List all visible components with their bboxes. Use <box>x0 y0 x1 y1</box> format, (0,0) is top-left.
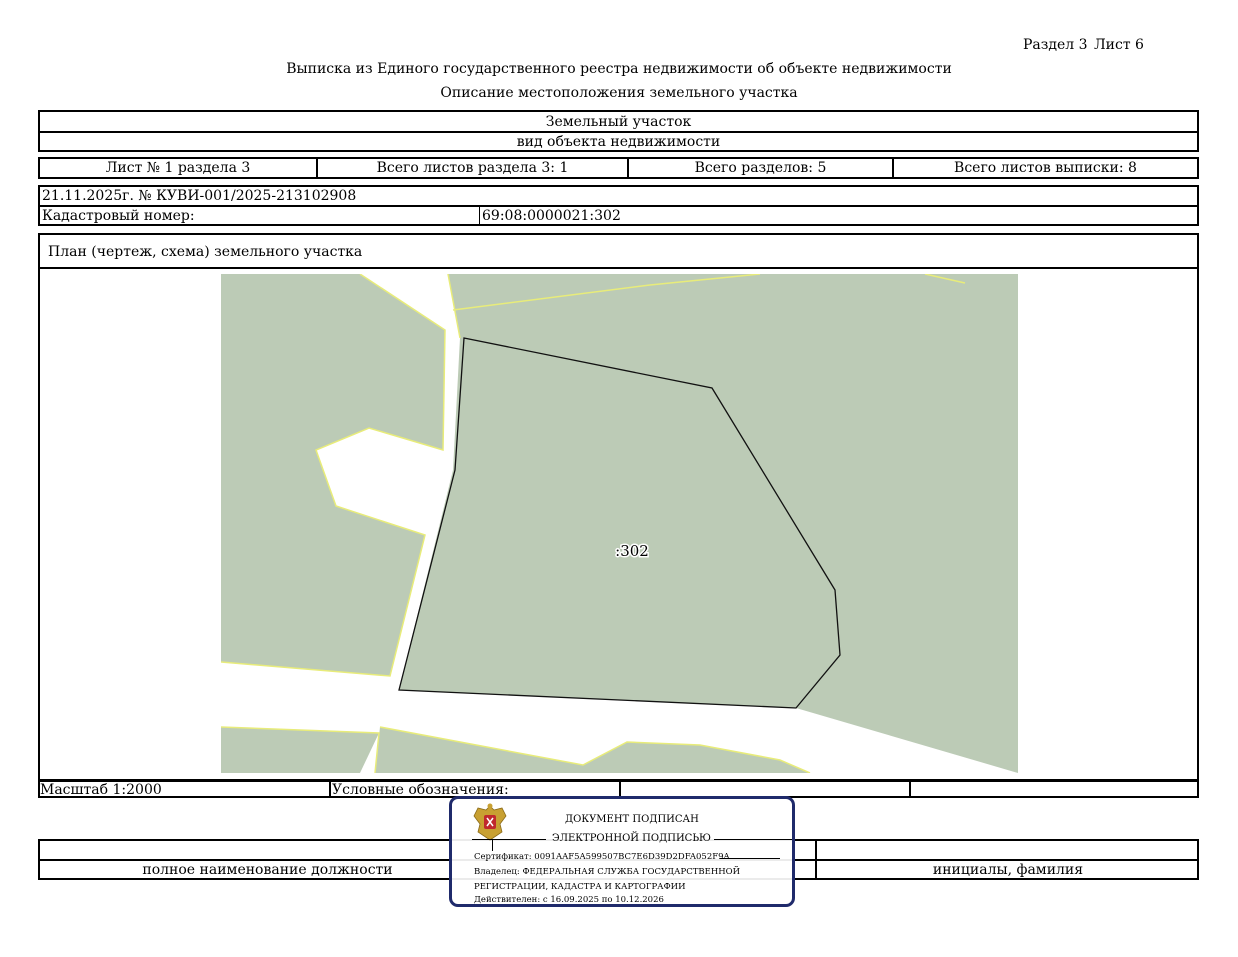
position-caption: полное наименование должности <box>142 862 393 878</box>
name-caption: инициалы, фамилия <box>932 862 1084 878</box>
record-block: 21.11.2025г. № КУВИ-001/2025-213102908 К… <box>38 185 1199 226</box>
electronic-signature-stamp: ДОКУМЕНТ ПОДПИСАН ЭЛЕКТРОННОЙ ПОДПИСЬЮ С… <box>449 796 795 907</box>
stamp-certificate: Сертификат: 0091AAF5A599507BC7E6D39D2DFA… <box>474 852 730 862</box>
stamp-line1: ДОКУМЕНТ ПОДПИСАН <box>565 814 699 825</box>
stamp-line2: ЭЛЕКТРОННОЙ ПОДПИСЬЮ <box>552 833 711 844</box>
cadastral-number: 69:08:0000021:302 <box>482 208 621 224</box>
plan-title: План (чертеж, схема) земельного участка <box>48 244 363 260</box>
stamp-valid: Действителен: с 16.09.2025 по 10.12.2026 <box>474 895 664 905</box>
object-type: Земельный участок <box>545 114 692 130</box>
total-sections: Всего разделов: 5 <box>694 160 827 176</box>
stamp-owner: Владелец: ФЕДЕРАЛЬНАЯ СЛУЖБА ГОСУДАРСТВЕ… <box>474 867 741 877</box>
stamp-owner-cont: РЕГИСТРАЦИИ, КАДАСТРА И КАРТОГРАФИИ <box>474 882 686 892</box>
total-sheets-extract: Всего листов выписки: 8 <box>954 160 1137 176</box>
object-type-caption: вид объекта недвижимости <box>516 134 721 150</box>
section-label: Раздел 3 <box>1023 37 1088 53</box>
scale-label: Масштаб 1:2000 <box>40 782 162 798</box>
parcel-map: :302 :302 <box>221 274 1018 773</box>
sheet-label: Лист 6 <box>1094 37 1144 53</box>
cadastral-label: Кадастровый номер: <box>42 208 195 224</box>
object-type-block: Земельный участок вид объекта недвижимос… <box>38 110 1199 152</box>
coat-of-arms-icon <box>473 803 507 841</box>
document-subtitle: Описание местоположения земельного участ… <box>440 85 798 101</box>
total-sheets-section: Всего листов раздела 3: 1 <box>376 160 569 176</box>
sheets-row: Лист № 1 раздела 3 Всего листов раздела … <box>38 157 1199 179</box>
document-title: Выписка из Единого государственного реес… <box>286 61 952 77</box>
sheet-number: Лист № 1 раздела 3 <box>105 160 251 176</box>
parcel-label: :302 <box>615 542 649 560</box>
record-date-number: 21.11.2025г. № КУВИ-001/2025-213102908 <box>42 188 357 204</box>
